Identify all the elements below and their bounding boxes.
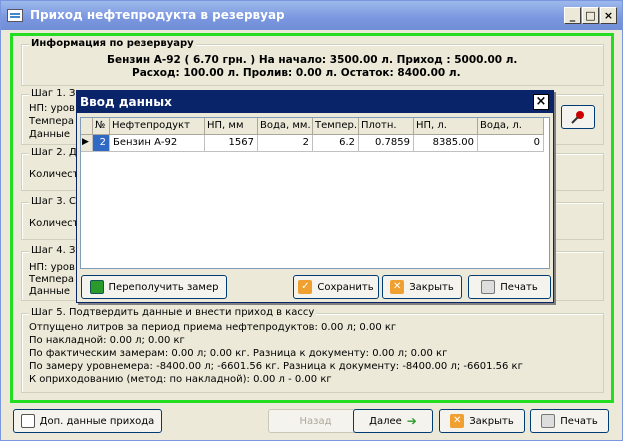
tank-info-line2: Расход: 100.00 л. Пролив: 0.00 л. Остато… [132, 67, 461, 79]
column-header[interactable]: № [93, 118, 110, 135]
maximize-button[interactable]: □ [582, 7, 599, 24]
back-label: Назад [299, 415, 332, 427]
pin-button[interactable] [561, 105, 595, 129]
gauge-icon [89, 280, 104, 294]
table-cell[interactable]: 6.2 [313, 135, 359, 152]
tank-info-legend: Информация по резервуару [29, 38, 196, 49]
print-footer-label: Печать [560, 415, 598, 427]
table-cell[interactable]: 0 [478, 135, 544, 152]
step5-group: Шаг 5. Подтвердить данные и внести прихо… [21, 307, 604, 393]
tank-info-line1: Бензин А-92 ( 6.70 грн. ) На начало: 350… [107, 54, 518, 66]
column-header[interactable]: НП, л. [414, 118, 478, 135]
close-footer-button[interactable]: ✕ Закрыть [439, 409, 525, 433]
back-button[interactable]: Назад [268, 409, 363, 433]
close-icon: ✕ [390, 280, 405, 294]
save-label: Сохранить [317, 281, 374, 293]
column-header[interactable]: Темпер. [313, 118, 359, 135]
pin-icon [571, 111, 584, 124]
dialog-title-bar[interactable]: Ввод данных [77, 91, 553, 113]
step4-line3: Данные [29, 286, 71, 297]
table-cell[interactable]: 0.7859 [359, 135, 414, 152]
title-bar[interactable]: Приход нефтепродукта в резервуар _ □ × [1, 1, 622, 30]
close-footer-label: Закрыть [469, 415, 514, 427]
printer-icon [541, 414, 556, 428]
table-cell[interactable]: 8385.00 [414, 135, 478, 152]
column-header[interactable]: Нефтепродукт [110, 118, 205, 135]
remeasure-button[interactable]: Переполучить замер [81, 275, 227, 299]
table-cell[interactable]: 2 [93, 135, 110, 152]
next-button[interactable]: Далее ➔ [353, 409, 433, 433]
input-dialog: Ввод данных × № Нефтепродукт НП, мм Вода… [76, 90, 554, 303]
close-icon: ✕ [450, 414, 465, 428]
step2-line1: Количест [29, 169, 79, 180]
step4-line1: НП: уров [29, 262, 75, 273]
step1-line2: Темпера [29, 116, 74, 127]
step5-line: По накладной: 0.00 л; 0.00 кг [29, 335, 185, 346]
arrow-right-icon: ➔ [406, 414, 417, 428]
dialog-close-action-button[interactable]: ✕ Закрыть [382, 275, 462, 299]
dialog-title: Ввод данных [80, 95, 172, 109]
step2-legend: Шаг 2. Д [29, 147, 79, 158]
column-header[interactable]: НП, мм [205, 118, 258, 135]
next-label: Далее [369, 415, 402, 427]
dialog-close-button[interactable]: × [533, 94, 549, 110]
dialog-print-label: Печать [500, 281, 538, 293]
minimize-button[interactable]: _ [564, 7, 581, 24]
app-icon [7, 9, 23, 22]
step3-line1: Количест [29, 218, 79, 229]
main-window: Приход нефтепродукта в резервуар _ □ × И… [0, 0, 623, 441]
step1-line3: Данные [29, 129, 71, 140]
step5-line: По фактическим замерам: 0.00 л; 0.00 кг.… [29, 348, 448, 359]
row-indicator-header [81, 118, 93, 135]
printer-icon [481, 280, 496, 294]
step5-line: По замеру уровнемера: -8400.00 л; -6601.… [29, 361, 523, 372]
close-button[interactable]: × [600, 7, 617, 24]
step4-legend: Шаг 4. З [29, 245, 78, 256]
dialog-close-label: Закрыть [409, 281, 454, 293]
step3-legend: Шаг 3. С [29, 196, 78, 207]
checkmark-icon: ✓ [298, 280, 313, 294]
extra-data-label: Доп. данные прихода [39, 415, 155, 427]
step4-line2: Темпера [29, 274, 74, 285]
extra-data-button[interactable]: Доп. данные прихода [13, 409, 162, 433]
tank-info-group: Информация по резервуару Бензин А-92 ( 6… [21, 38, 604, 86]
print-footer-button[interactable]: Печать [530, 409, 609, 433]
step5-line: Отпущено литров за период приема нефтепр… [29, 322, 397, 333]
dialog-print-button[interactable]: Печать [468, 275, 551, 299]
step5-line: К оприходованию (метод: по накладной): 0… [29, 374, 332, 385]
data-grid[interactable]: № Нефтепродукт НП, мм Вода, мм. Темпер. … [80, 117, 550, 269]
window-title: Приход нефтепродукта в резервуар [30, 8, 285, 22]
column-header[interactable]: Плотн. [359, 118, 414, 135]
step1-line1: НП: уров [29, 103, 75, 114]
save-button[interactable]: ✓ Сохранить [293, 275, 379, 299]
table-cell[interactable]: Бензин А-92 [110, 135, 205, 152]
row-indicator-icon: ▶ [81, 135, 93, 152]
remeasure-label: Переполучить замер [108, 281, 219, 293]
table-cell[interactable]: 2 [258, 135, 313, 152]
step5-legend: Шаг 5. Подтвердить данные и внести прихо… [29, 307, 317, 318]
step1-legend: Шаг 1. З [29, 88, 78, 99]
column-header[interactable]: Вода, л. [478, 118, 544, 135]
table-cell[interactable]: 1567 [205, 135, 258, 152]
document-icon [20, 414, 35, 428]
column-header[interactable]: Вода, мм. [258, 118, 313, 135]
